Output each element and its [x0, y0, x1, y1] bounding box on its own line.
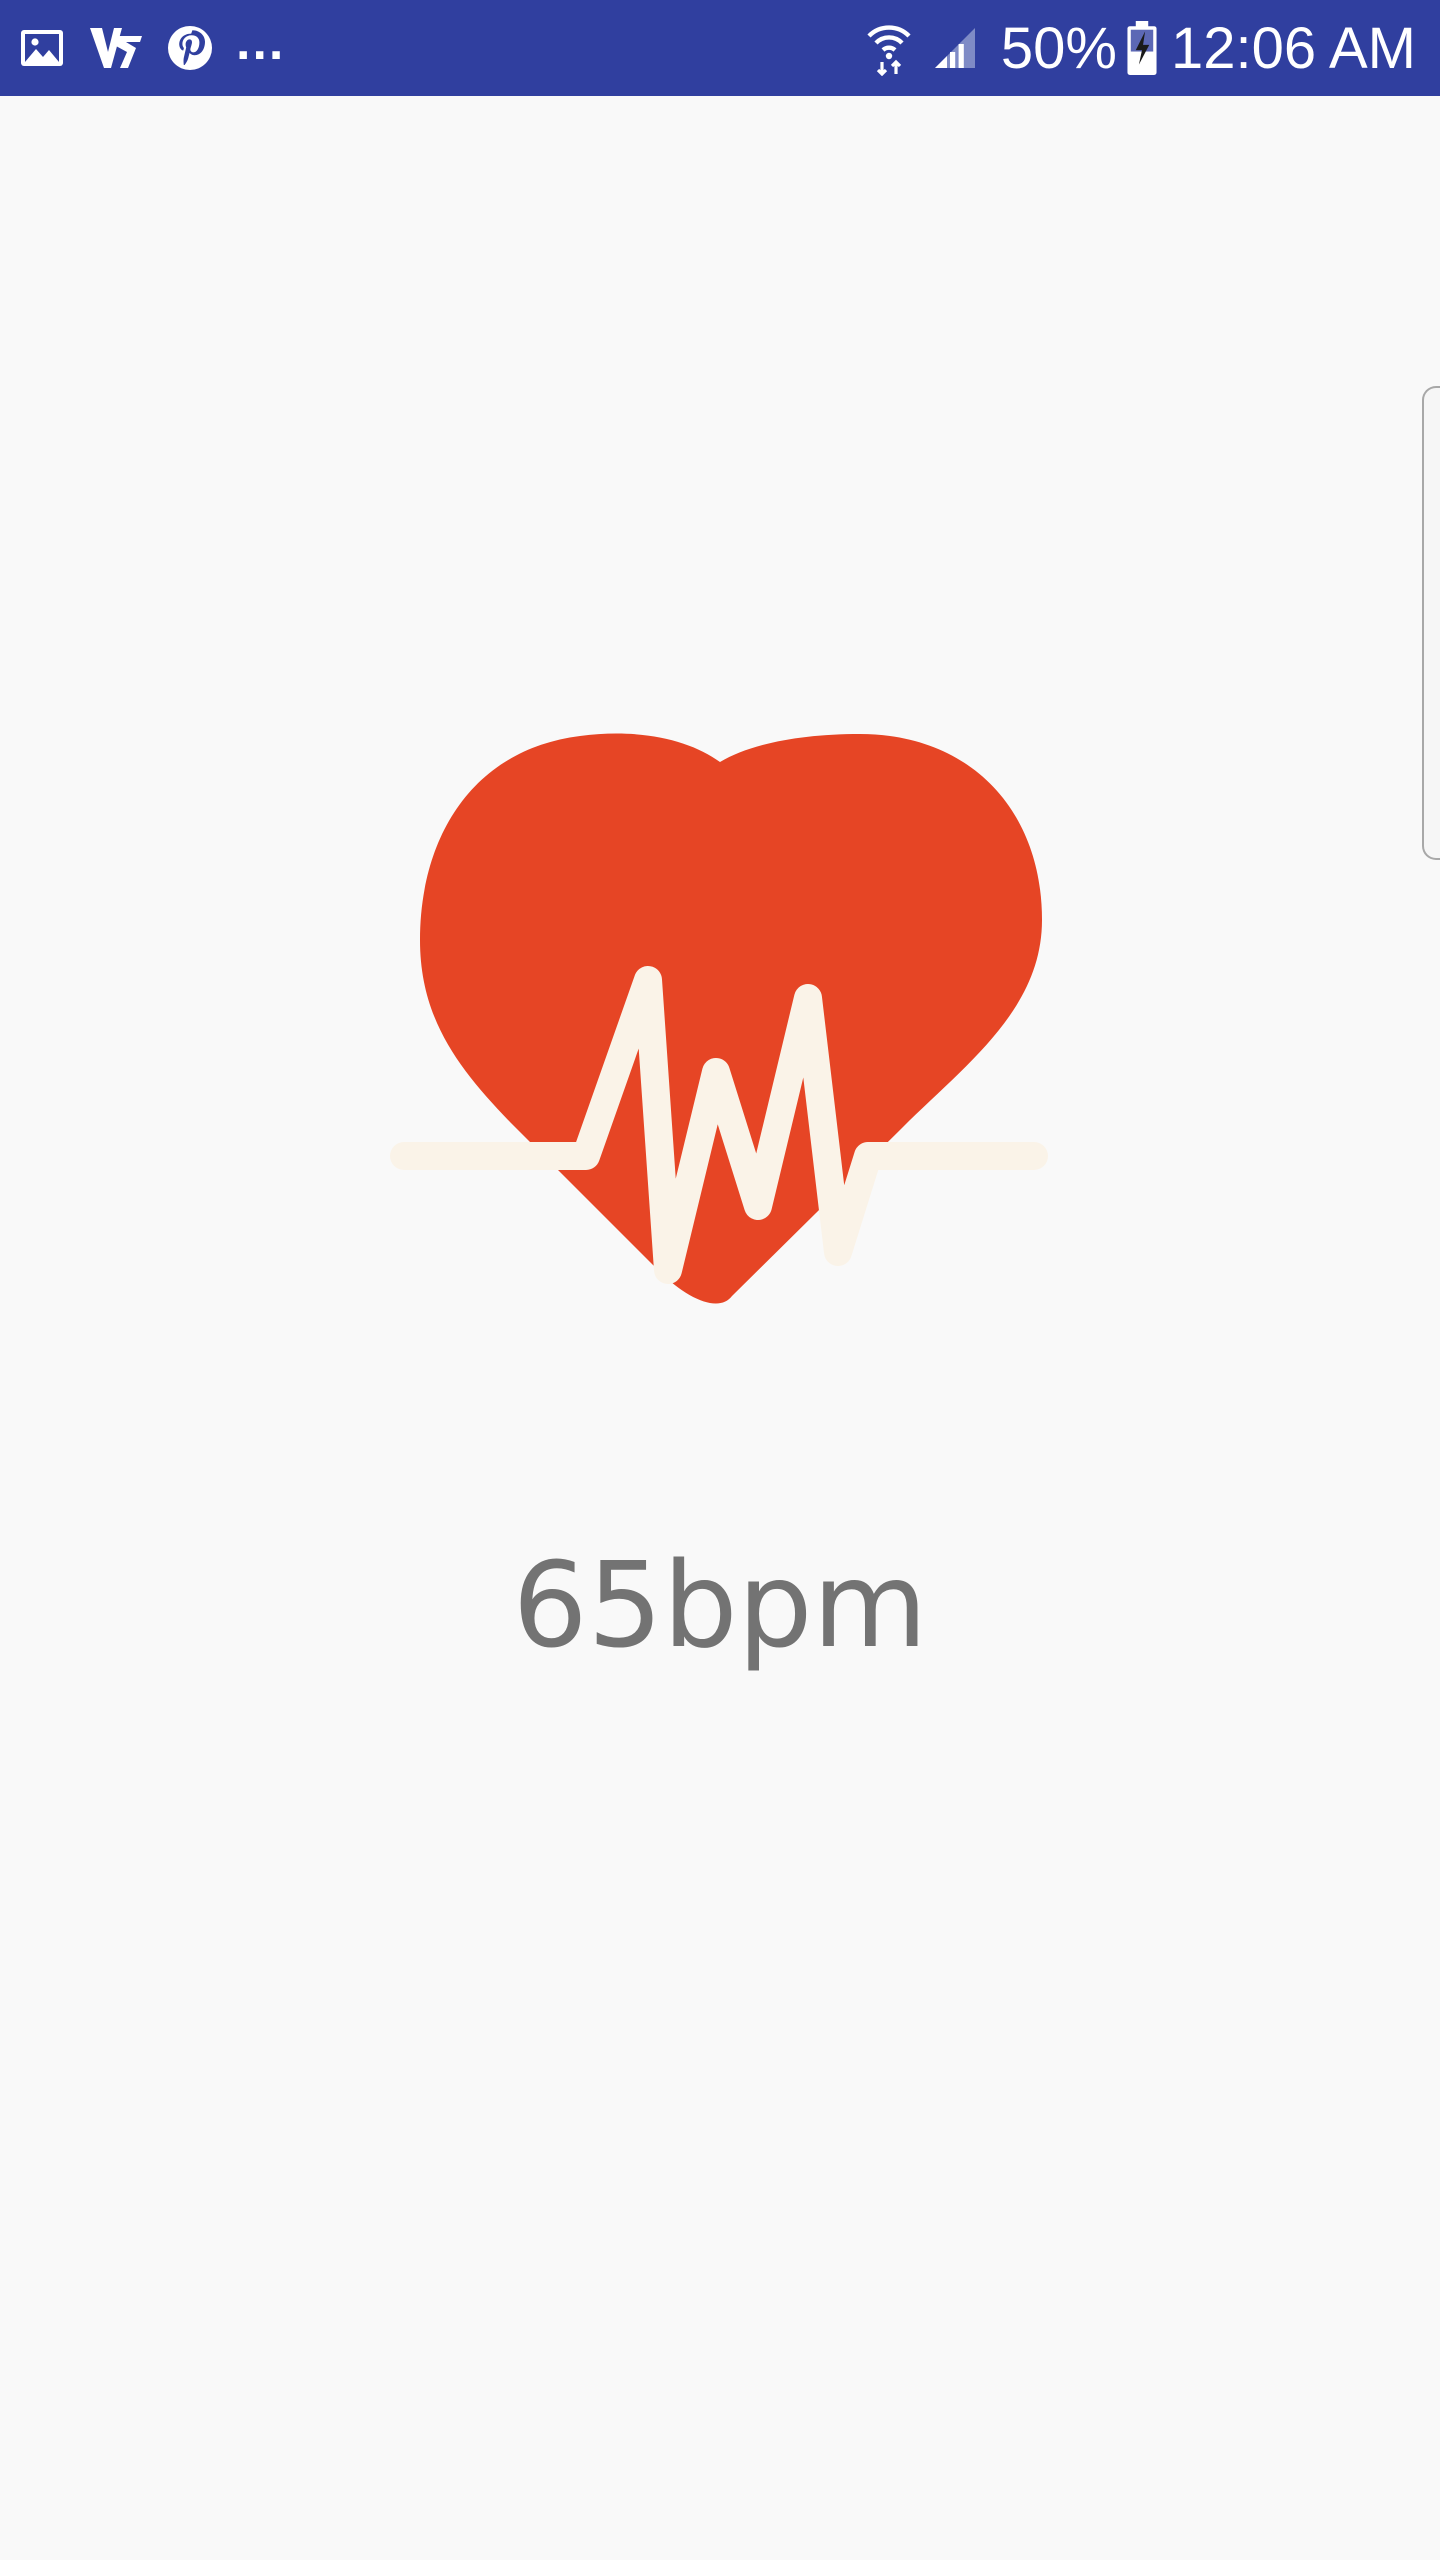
system-indicators: 50% 12:06 AM [847, 15, 1416, 82]
heart-rate-icon [390, 730, 1050, 1410]
wifi-icon [865, 20, 913, 76]
battery-percent: 50% [1000, 15, 1117, 81]
cellular-signal-icon [931, 24, 979, 72]
more-notifications-indicator: ... [236, 13, 286, 71]
gallery-icon [18, 24, 66, 72]
status-bar: ... 50% 12:06 AM [0, 0, 1440, 96]
notification-icons: ... [18, 13, 285, 72]
vpn-app-icon [88, 24, 144, 72]
edge-panel-handle[interactable] [1422, 386, 1440, 860]
battery-charging-icon [1127, 21, 1157, 75]
main-content: 65bpm [0, 96, 1440, 2560]
clock: 12:06 AM [1170, 15, 1416, 81]
pinterest-icon [166, 24, 214, 72]
heart-shape [420, 733, 1042, 1304]
heart-rate-value: 65bpm [512, 1536, 928, 1674]
